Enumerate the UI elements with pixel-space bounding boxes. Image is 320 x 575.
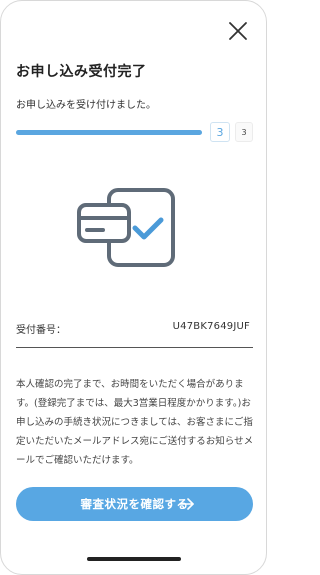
page-title: お申し込み受付完了: [16, 64, 147, 80]
app-screen: お申し込み受付完了 お申し込みを受け付けました。 3 3 受付番号： U47BK…: [0, 0, 267, 575]
receipt-number-value: U47BK7649JUF: [172, 321, 250, 332]
divider: [16, 347, 253, 348]
total-steps-indicator: 3: [235, 122, 253, 142]
home-indicator: [87, 557, 181, 561]
page-subtitle: お申し込みを受け付けました。: [16, 100, 156, 111]
card-check-illustration: [77, 185, 177, 271]
check-status-button-label: 審査状況を確認する: [80, 497, 189, 511]
close-button[interactable]: [226, 19, 250, 43]
progress-fill: [16, 130, 202, 135]
close-icon[interactable]: [226, 19, 250, 43]
notice-line-1: 本人確認の完了まで、お時間をいただく場合があります。(登録完了までは、最大3営業…: [16, 379, 244, 409]
arrow-right-icon: [179, 498, 194, 510]
current-step-indicator: 3: [210, 122, 230, 142]
notice-text: 本人確認の完了まで、お時間をいただく場合があります。(登録完了までは、最大3営業…: [16, 375, 256, 470]
card-check-icon: [77, 188, 175, 267]
progress-bar: [16, 130, 202, 135]
receipt-number-label: 受付番号：: [16, 325, 66, 336]
check-status-button[interactable]: 審査状況を確認する: [16, 487, 253, 521]
